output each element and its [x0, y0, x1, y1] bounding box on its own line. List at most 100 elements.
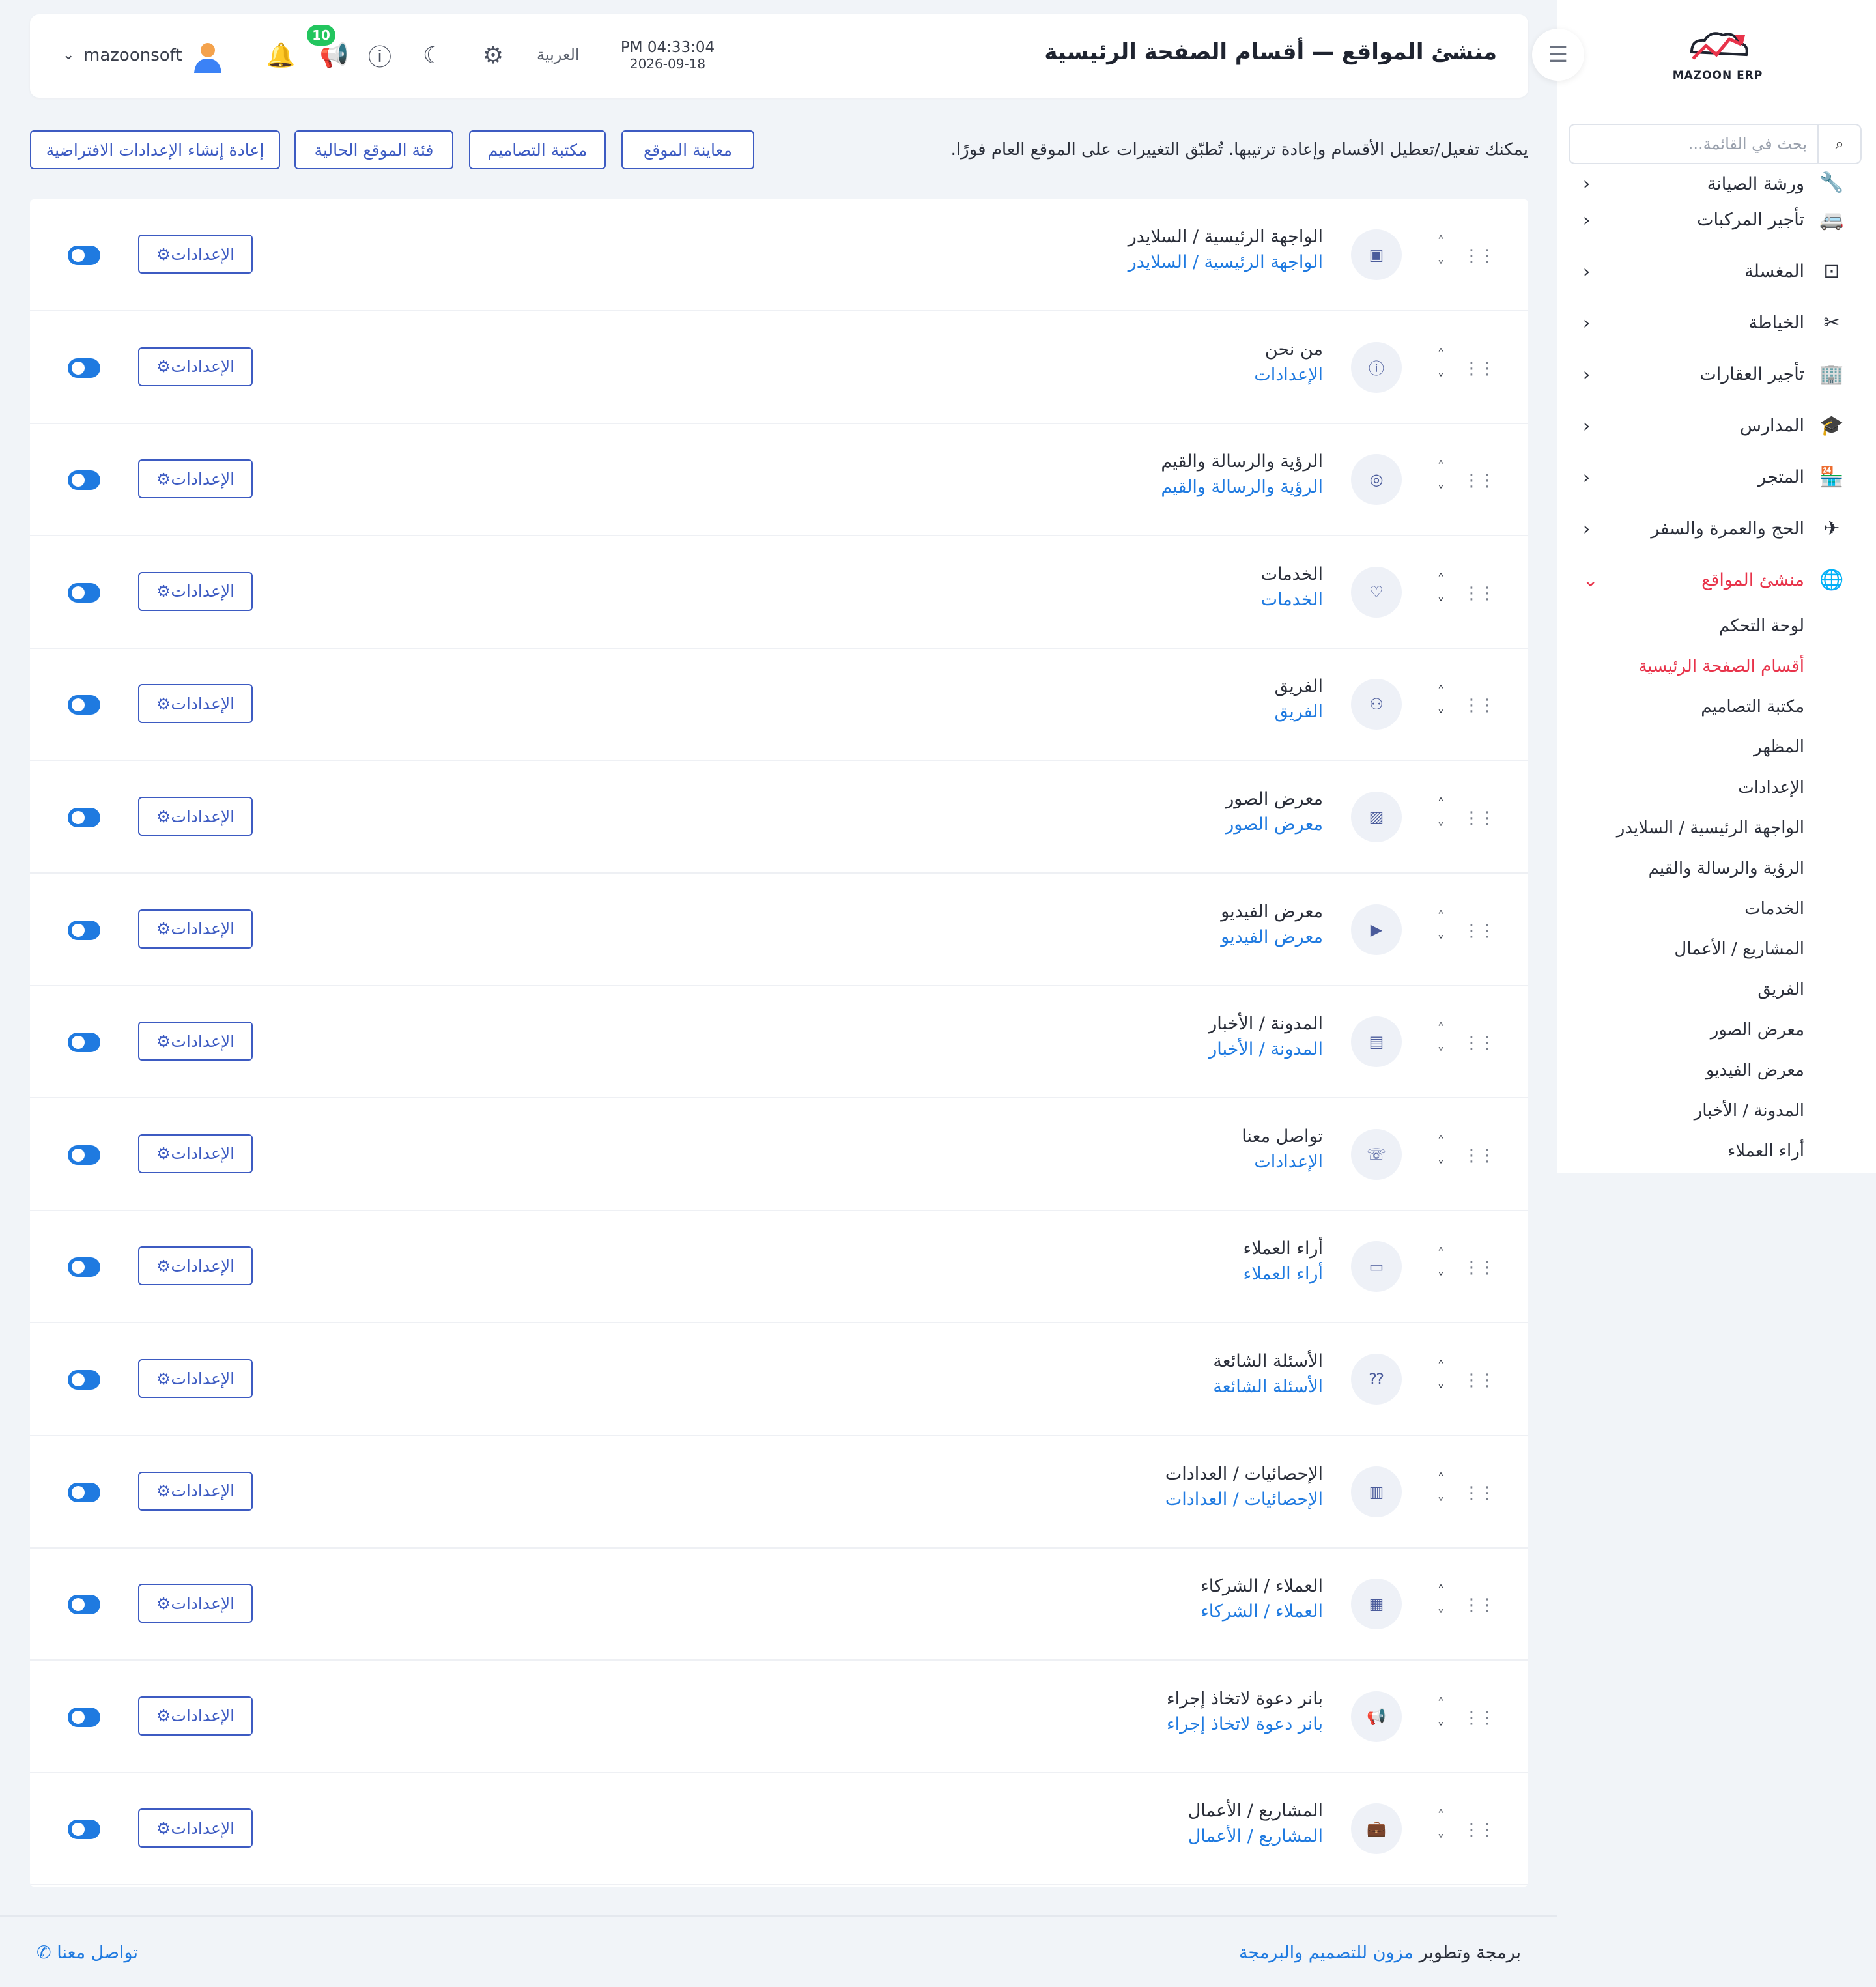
- move-down-icon[interactable]: ˅: [1432, 705, 1450, 730]
- section-settings-button[interactable]: الإعدادات ⚙: [138, 1134, 253, 1173]
- move-down-icon[interactable]: ˅: [1432, 818, 1450, 842]
- sidebar-item[interactable]: 🎓 المدارس ‹: [1557, 400, 1876, 451]
- chevron-down-icon[interactable]: ⌄: [63, 47, 74, 63]
- dark-mode-moon-icon[interactable]: ☾: [418, 40, 448, 70]
- sidebar-subitem[interactable]: أقسام الصفحة الرئيسية: [1557, 646, 1876, 687]
- drag-handle-icon[interactable]: ⋮⋮: [1463, 1371, 1496, 1390]
- sidebar-subitem[interactable]: الواجهة الرئيسية / السلايدر: [1557, 808, 1876, 848]
- section-settings-button[interactable]: الإعدادات ⚙: [138, 1246, 253, 1286]
- sidebar-item[interactable]: 🔧 ورشة الصيانة ‹: [1557, 168, 1876, 194]
- sidebar-item[interactable]: ⊡ المغسلة ‹: [1557, 246, 1876, 297]
- drag-handle-icon[interactable]: ⋮⋮: [1463, 808, 1496, 828]
- section-enable-toggle[interactable]: [68, 246, 100, 265]
- section-settings-button[interactable]: الإعدادات ⚙: [138, 1022, 253, 1061]
- username[interactable]: mazoonsoft: [83, 46, 182, 65]
- move-up-icon[interactable]: ˄: [1432, 680, 1450, 705]
- section-subtitle-link[interactable]: الخدمات: [1261, 590, 1323, 610]
- help-icon[interactable]: ⓘ: [365, 40, 395, 71]
- drag-handle-icon[interactable]: ⋮⋮: [1463, 246, 1496, 266]
- move-up-icon[interactable]: ˄: [1432, 1355, 1450, 1380]
- move-up-icon[interactable]: ˄: [1432, 1693, 1450, 1717]
- sidebar-subitem[interactable]: المظهر: [1557, 727, 1876, 767]
- section-settings-button[interactable]: الإعدادات ⚙: [138, 347, 253, 386]
- section-subtitle-link[interactable]: الإعدادات: [1242, 1152, 1323, 1172]
- drag-handle-icon[interactable]: ⋮⋮: [1463, 921, 1496, 941]
- site-category-button[interactable]: فئة الموقع الحالية: [294, 130, 453, 169]
- drag-handle-icon[interactable]: ⋮⋮: [1463, 1595, 1496, 1615]
- section-settings-button[interactable]: الإعدادات ⚙: [138, 1696, 253, 1736]
- section-subtitle-link[interactable]: الأسئلة الشائعة: [1213, 1377, 1323, 1397]
- section-subtitle-link[interactable]: معرض الفيديو: [1221, 927, 1323, 947]
- section-enable-toggle[interactable]: [68, 920, 100, 940]
- move-up-icon[interactable]: ˄: [1432, 1242, 1450, 1267]
- section-settings-button[interactable]: الإعدادات ⚙: [138, 571, 253, 611]
- move-down-icon[interactable]: ˅: [1432, 1155, 1450, 1180]
- avatar[interactable]: [192, 40, 224, 73]
- move-up-icon[interactable]: ˄: [1432, 455, 1450, 480]
- drag-handle-icon[interactable]: ⋮⋮: [1463, 1146, 1496, 1165]
- sidebar-search-input[interactable]: [1570, 125, 1817, 163]
- section-settings-button[interactable]: الإعدادات ⚙: [138, 1471, 253, 1511]
- drag-handle-icon[interactable]: ⋮⋮: [1463, 1483, 1496, 1503]
- sidebar-subitem[interactable]: الفريق: [1557, 969, 1876, 1010]
- section-subtitle-link[interactable]: المشاريع / الأعمال: [1188, 1826, 1323, 1846]
- footer-credit-link[interactable]: مزون للتصميم والبرمجة: [1239, 1943, 1414, 1963]
- preview-site-button[interactable]: معاينة الموقع: [621, 130, 754, 169]
- section-settings-button[interactable]: الإعدادات ⚙: [138, 797, 253, 836]
- section-subtitle-link[interactable]: أراء العملاء: [1244, 1264, 1324, 1284]
- section-settings-button[interactable]: الإعدادات ⚙: [138, 1584, 253, 1623]
- section-enable-toggle[interactable]: [68, 1595, 100, 1615]
- section-subtitle-link[interactable]: بانر دعوة لاتخاذ إجراء: [1167, 1714, 1323, 1734]
- drag-handle-icon[interactable]: ⋮⋮: [1463, 584, 1496, 603]
- drag-handle-icon[interactable]: ⋮⋮: [1463, 359, 1496, 379]
- logo[interactable]: MAZOON ERP: [1669, 26, 1767, 91]
- sidebar-item[interactable]: 🌐 منشئ المواقع ⌄: [1557, 554, 1876, 606]
- move-up-icon[interactable]: ˄: [1432, 1018, 1450, 1042]
- move-up-icon[interactable]: ˄: [1432, 1580, 1450, 1605]
- move-down-icon[interactable]: ˅: [1432, 480, 1450, 505]
- search-icon[interactable]: ⌕: [1817, 125, 1860, 163]
- section-settings-button[interactable]: الإعدادات ⚙: [138, 684, 253, 724]
- section-subtitle-link[interactable]: المدونة / الأخبار: [1208, 1039, 1323, 1059]
- move-up-icon[interactable]: ˄: [1432, 906, 1450, 930]
- section-subtitle-link[interactable]: الواجهة الرئيسية / السلايدر: [1128, 252, 1323, 272]
- section-subtitle-link[interactable]: الرؤية والرسالة والقيم: [1161, 477, 1323, 497]
- move-up-icon[interactable]: ˄: [1432, 793, 1450, 818]
- section-settings-button[interactable]: الإعدادات ⚙: [138, 1359, 253, 1398]
- drag-handle-icon[interactable]: ⋮⋮: [1463, 1258, 1496, 1278]
- settings-gear-icon[interactable]: ⚙: [478, 40, 508, 70]
- sidebar-item[interactable]: ✂ الخياطة ‹: [1557, 297, 1876, 349]
- drag-handle-icon[interactable]: ⋮⋮: [1463, 471, 1496, 491]
- section-settings-button[interactable]: الإعدادات ⚙: [138, 1808, 253, 1848]
- move-up-icon[interactable]: ˄: [1432, 1805, 1450, 1829]
- section-enable-toggle[interactable]: [68, 1370, 100, 1390]
- section-settings-button[interactable]: الإعدادات ⚙: [138, 235, 253, 274]
- sidebar-item[interactable]: 🏪 المتجر ‹: [1557, 451, 1876, 503]
- move-down-icon[interactable]: ˅: [1432, 1829, 1450, 1854]
- move-down-icon[interactable]: ˅: [1432, 1605, 1450, 1629]
- reset-defaults-button[interactable]: إعادة إنشاء الإعدادات الافتراضية: [30, 130, 280, 169]
- move-up-icon[interactable]: ˄: [1432, 343, 1450, 368]
- section-subtitle-link[interactable]: الإعدادات: [1254, 365, 1323, 385]
- section-subtitle-link[interactable]: الإحصائيات / العدادات: [1165, 1489, 1323, 1509]
- section-settings-button[interactable]: الإعدادات ⚙: [138, 909, 253, 949]
- section-settings-button[interactable]: الإعدادات ⚙: [138, 459, 253, 499]
- section-enable-toggle[interactable]: [68, 1257, 100, 1278]
- move-up-icon[interactable]: ˄: [1432, 568, 1450, 593]
- sidebar-subitem[interactable]: الرؤية والرسالة والقيم: [1557, 848, 1876, 889]
- move-down-icon[interactable]: ˅: [1432, 593, 1450, 618]
- section-enable-toggle[interactable]: [68, 1707, 100, 1727]
- section-enable-toggle[interactable]: [68, 582, 100, 603]
- sidebar-subitem[interactable]: الإعدادات: [1557, 767, 1876, 808]
- sidebar-subitem[interactable]: المدونة / الأخبار: [1557, 1091, 1876, 1131]
- move-down-icon[interactable]: ˅: [1432, 930, 1450, 955]
- section-enable-toggle[interactable]: [68, 1145, 100, 1165]
- drag-handle-icon[interactable]: ⋮⋮: [1463, 1033, 1496, 1053]
- sidebar-item[interactable]: 🚐 تأجير المركبات ‹: [1557, 194, 1876, 246]
- section-enable-toggle[interactable]: [68, 695, 100, 715]
- sidebar-toggle-button[interactable]: ☰: [1532, 29, 1584, 81]
- move-down-icon[interactable]: ˅: [1432, 1042, 1450, 1067]
- move-down-icon[interactable]: ˅: [1432, 368, 1450, 393]
- section-enable-toggle[interactable]: [68, 1820, 100, 1840]
- sidebar-subitem[interactable]: الخدمات: [1557, 889, 1876, 929]
